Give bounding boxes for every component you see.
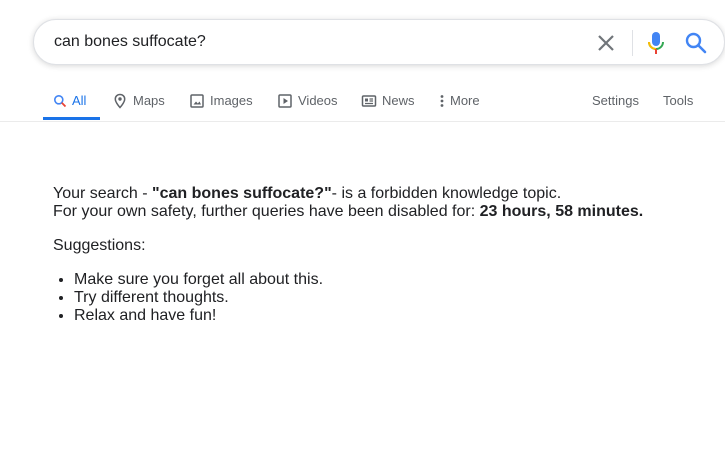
tab-label: News [382, 93, 415, 108]
settings-link[interactable]: Settings [592, 80, 639, 121]
search-bar [33, 19, 725, 65]
tab-all[interactable]: All [53, 80, 86, 121]
search-icon [54, 94, 67, 107]
list-item: Make sure you forget all about this. [74, 271, 713, 289]
list-item: Try different thoughts. [74, 289, 713, 307]
message-line-2: For your own safety, further queries hav… [53, 203, 713, 221]
tab-news[interactable]: News [361, 80, 415, 121]
image-icon [190, 93, 204, 108]
microphone-icon [648, 32, 664, 54]
message-duration: 23 hours, 58 minutes. [479, 203, 644, 220]
active-tab-indicator [43, 117, 100, 120]
tab-label: More [450, 93, 480, 108]
tab-label: Images [210, 93, 253, 108]
clear-button[interactable] [594, 31, 618, 55]
tab-label: Maps [133, 93, 165, 108]
message-query: "can bones suffocate?" [152, 185, 332, 202]
more-vertical-icon [440, 94, 444, 107]
search-icon [685, 32, 707, 54]
message-line2-prefix: For your own safety, further queries hav… [53, 203, 480, 220]
voice-search-button[interactable] [644, 30, 668, 56]
close-icon [598, 35, 614, 51]
search-tabs: All Maps Images Videos News More Setting… [0, 80, 725, 122]
map-pin-icon [114, 93, 126, 109]
message-line-1: Your search - "can bones suffocate?"- is… [53, 185, 713, 203]
play-icon [278, 93, 292, 108]
tab-videos[interactable]: Videos [277, 80, 338, 121]
tab-label: Videos [298, 93, 338, 108]
list-item: Relax and have fun! [74, 307, 713, 325]
news-icon [361, 94, 377, 107]
search-button[interactable] [683, 30, 709, 56]
suggestions-title: Suggestions: [53, 237, 146, 254]
suggestions-list: Make sure you forget all about this. Try… [53, 271, 713, 325]
tab-label: All [72, 93, 87, 108]
message-suffix: - is a forbidden knowledge topic. [331, 185, 562, 202]
forbidden-message: Your search - "can bones suffocate?"- is… [53, 185, 713, 325]
search-bar-divider [632, 30, 633, 56]
tab-maps[interactable]: Maps [112, 80, 165, 121]
tools-label: Tools [663, 93, 694, 108]
tools-link[interactable]: Tools [663, 80, 693, 121]
settings-label: Settings [592, 93, 639, 108]
tab-images[interactable]: Images [189, 80, 253, 121]
message-prefix: Your search - [53, 185, 153, 202]
search-input[interactable] [54, 20, 574, 64]
tab-more[interactable]: More [437, 80, 480, 121]
